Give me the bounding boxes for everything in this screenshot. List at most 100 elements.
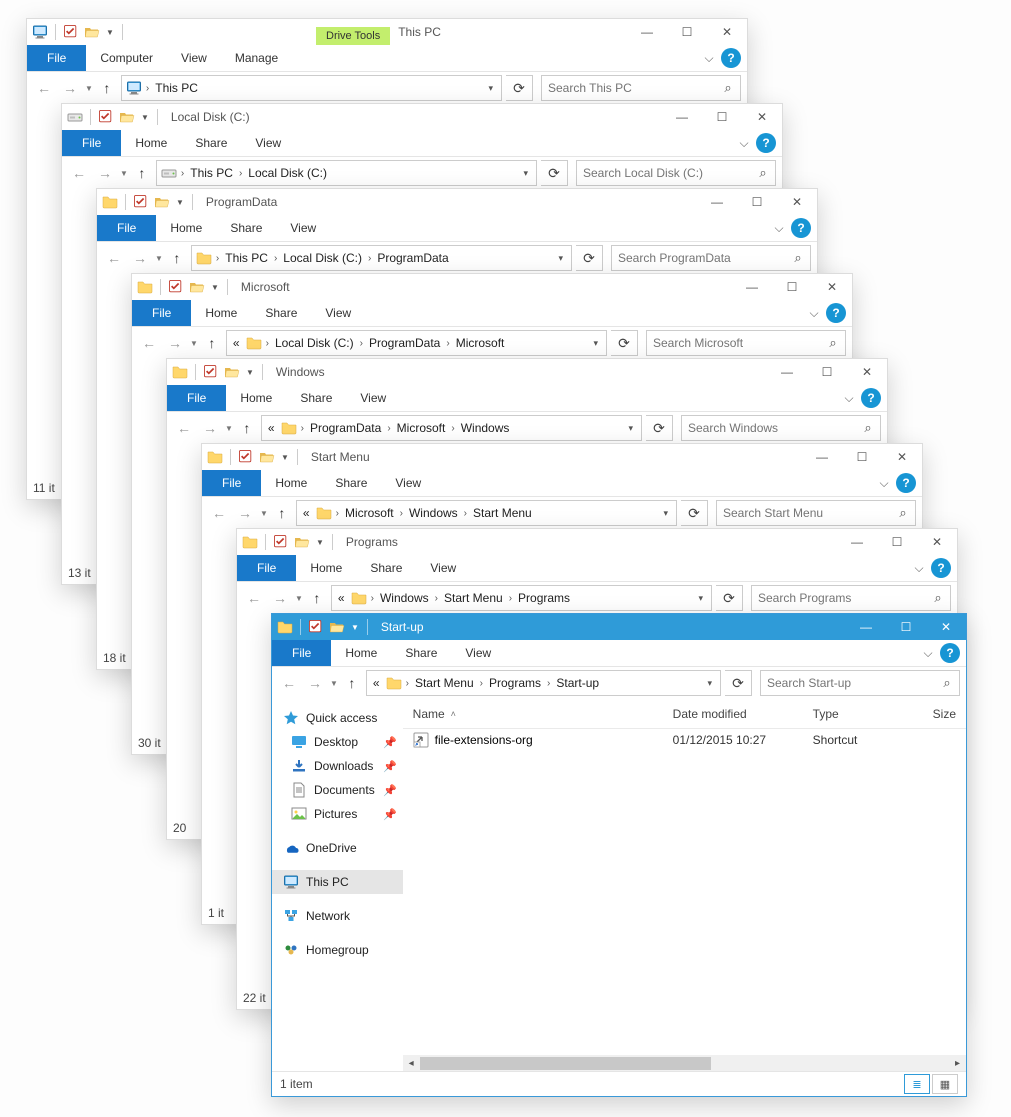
address-dropdown-icon[interactable]: ▾ [587,338,604,349]
search-box[interactable]: ⌕ [716,500,916,526]
tab-view[interactable]: View [416,555,470,581]
help-button[interactable]: ? [896,473,916,493]
title-bar[interactable]: ▼ Programs — ☐ ✕ [237,529,957,555]
forward-button[interactable]: → [59,77,81,99]
properties-icon[interactable] [272,533,290,551]
back-button[interactable]: ← [208,502,230,524]
history-dropdown-icon[interactable]: ▼ [260,509,268,518]
tab-share[interactable]: Share [356,555,416,581]
forward-button[interactable]: → [199,417,221,439]
scroll-right-button[interactable]: ▸ [949,1055,966,1072]
up-button[interactable]: ↑ [132,162,152,184]
qat-dropdown-icon[interactable]: ▼ [314,538,326,547]
chevron-right-icon[interactable]: › [444,338,451,349]
maximize-button[interactable]: ☐ [886,614,926,640]
list-item[interactable]: file-extensions-org 01/12/2015 10:27 Sho… [403,729,966,751]
search-box[interactable]: ⌕ [681,415,881,441]
close-button[interactable]: ✕ [812,274,852,300]
maximize-button[interactable]: ☐ [702,104,742,130]
tab-view[interactable]: View [241,130,295,156]
new-folder-icon[interactable] [293,533,311,551]
search-input[interactable] [577,166,751,180]
up-button[interactable]: ↑ [342,672,362,694]
qat-dropdown-icon[interactable]: ▼ [279,453,291,462]
tab-home[interactable]: Home [156,215,216,241]
tab-file[interactable]: File [167,385,226,411]
search-input[interactable] [717,506,891,520]
tree-item-onedrive[interactable]: OneDrive [272,836,403,860]
refresh-button[interactable]: ⟳ [506,75,533,101]
maximize-button[interactable]: ☐ [667,19,707,45]
history-dropdown-icon[interactable]: ▼ [190,339,198,348]
breadcrumb-segment[interactable]: This PC [186,166,237,180]
breadcrumb-icon[interactable] [279,420,299,436]
new-folder-icon[interactable] [223,363,241,381]
column-name[interactable]: Name˄ [403,707,663,721]
help-button[interactable]: ? [791,218,811,238]
breadcrumb-segment[interactable]: Programs [485,676,545,690]
maximize-button[interactable]: ☐ [842,444,882,470]
breadcrumb-icon[interactable] [349,590,369,606]
breadcrumb-overflow[interactable]: « [264,421,279,435]
breadcrumb-segment[interactable]: Windows [376,591,433,605]
chevron-right-icon[interactable]: › [179,168,186,179]
title-bar[interactable]: ▼ Local Disk (C:) — ☐ ✕ [62,104,782,130]
tab-view[interactable]: View [276,215,330,241]
tab-home[interactable]: Home [261,470,321,496]
tab-home[interactable]: Home [331,640,391,666]
search-box[interactable]: ⌕ [760,670,960,696]
chevron-right-icon[interactable]: › [398,508,405,519]
search-icon[interactable]: ⌕ [935,675,959,691]
scroll-track[interactable] [420,1055,949,1072]
breadcrumb-segment[interactable]: This PC [151,81,202,95]
tree-item-this pc[interactable]: This PC [272,870,403,894]
breadcrumb-icon[interactable] [194,250,214,266]
column-type[interactable]: Type [803,707,923,721]
address-bar[interactable]: «›ProgramData›Microsoft›Windows ▾ [261,415,642,441]
chevron-right-icon[interactable]: › [264,338,271,349]
chevron-right-icon[interactable]: › [545,678,552,689]
scroll-thumb[interactable] [420,1057,711,1070]
breadcrumb-overflow[interactable]: « [229,336,244,350]
search-box[interactable]: ⌕ [611,245,811,271]
ribbon-expand-icon[interactable]: ⌵ [802,300,826,326]
help-button[interactable]: ? [931,558,951,578]
tab-view[interactable]: View [381,470,435,496]
address-bar[interactable]: ›This PC ▾ [121,75,502,101]
refresh-button[interactable]: ⟳ [716,585,743,611]
chevron-right-icon[interactable]: › [507,593,514,604]
new-folder-icon[interactable] [153,193,171,211]
history-dropdown-icon[interactable]: ▼ [155,254,163,263]
forward-button[interactable]: → [129,247,151,269]
refresh-button[interactable]: ⟳ [725,670,752,696]
tree-item-homegroup[interactable]: Homegroup [272,938,403,962]
minimize-button[interactable]: — [846,614,886,640]
view-details-button[interactable]: ≣ [904,1074,930,1094]
ribbon-expand-icon[interactable]: ⌵ [907,555,931,581]
breadcrumb-segment[interactable]: Windows [457,421,514,435]
new-folder-icon[interactable] [188,278,206,296]
address-dropdown-icon[interactable]: ▾ [552,253,569,264]
properties-icon[interactable] [237,448,255,466]
chevron-right-icon[interactable]: › [433,593,440,604]
qat-dropdown-icon[interactable]: ▼ [349,623,361,632]
search-input[interactable] [612,251,786,265]
tab-share[interactable]: Share [286,385,346,411]
back-button[interactable]: ← [243,587,265,609]
chevron-right-icon[interactable]: › [369,593,376,604]
address-bar[interactable]: «›Start Menu›Programs›Start-up ▾ [366,670,721,696]
help-button[interactable]: ? [861,388,881,408]
search-box[interactable]: ⌕ [576,160,776,186]
breadcrumb-segment[interactable]: Microsoft [341,506,398,520]
tree-item-documents[interactable]: Documents📌 [272,778,403,802]
new-folder-icon[interactable] [83,23,101,41]
breadcrumb-overflow[interactable]: « [299,506,314,520]
refresh-button[interactable]: ⟳ [611,330,638,356]
tab-home[interactable]: Home [121,130,181,156]
minimize-button[interactable]: — [837,529,877,555]
breadcrumb-overflow[interactable]: « [369,676,384,690]
breadcrumb-segment[interactable]: ProgramData [306,421,385,435]
ribbon-expand-icon[interactable]: ⌵ [732,130,756,156]
address-dropdown-icon[interactable]: ▾ [482,83,499,94]
forward-button[interactable]: → [269,587,291,609]
